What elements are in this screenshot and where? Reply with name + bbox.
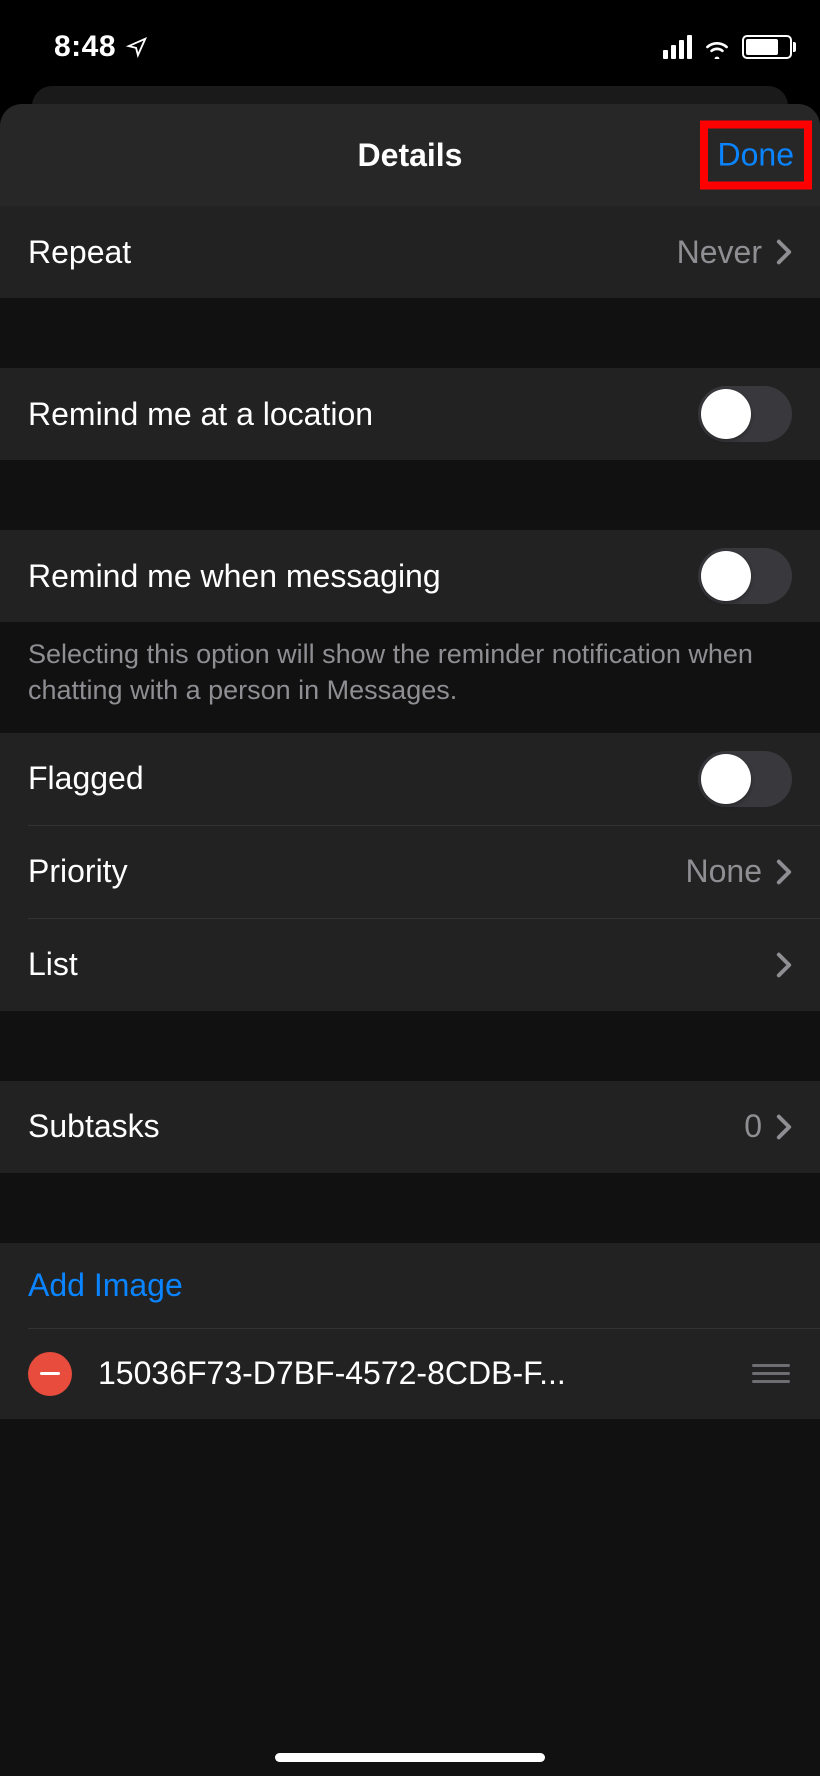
repeat-group: Repeat Never bbox=[0, 206, 820, 298]
chevron-right-icon bbox=[776, 859, 792, 885]
priority-row[interactable]: Priority None bbox=[0, 826, 820, 918]
flagged-row: Flagged bbox=[0, 733, 820, 825]
location-services-icon bbox=[126, 36, 148, 58]
priority-value-wrap: None bbox=[686, 853, 793, 890]
status-time-group: 8:48 bbox=[28, 24, 148, 64]
images-group: Add Image 15036F73-D7BF-4572-8CDB-F... bbox=[0, 1243, 820, 1419]
list-label: List bbox=[28, 946, 78, 983]
done-button[interactable]: Done bbox=[718, 137, 795, 173]
subtasks-count: 0 bbox=[744, 1108, 762, 1145]
subtasks-group: Subtasks 0 bbox=[0, 1081, 820, 1173]
flag-priority-list-group: Flagged Priority None List bbox=[0, 733, 820, 1011]
done-highlight-box: Done bbox=[700, 121, 813, 190]
status-time: 8:48 bbox=[54, 30, 116, 64]
subtasks-label: Subtasks bbox=[28, 1108, 160, 1145]
remind-location-toggle[interactable] bbox=[698, 386, 792, 442]
minus-icon bbox=[40, 1372, 60, 1375]
details-sheet: Details Done Repeat Never Remind me at a… bbox=[0, 104, 820, 1776]
remind-location-row: Remind me at a location bbox=[0, 368, 820, 460]
drag-handle-icon[interactable] bbox=[752, 1364, 792, 1383]
subtasks-value-wrap: 0 bbox=[744, 1108, 792, 1145]
remind-location-label: Remind me at a location bbox=[28, 396, 373, 433]
repeat-row[interactable]: Repeat Never bbox=[0, 206, 820, 298]
chevron-right-icon bbox=[776, 239, 792, 265]
chevron-right-icon bbox=[776, 952, 792, 978]
add-image-button[interactable]: Add Image bbox=[28, 1267, 183, 1303]
chevron-right-icon bbox=[776, 1114, 792, 1140]
messaging-group: Remind me when messaging bbox=[0, 530, 820, 622]
flagged-label: Flagged bbox=[28, 760, 144, 797]
spacer bbox=[0, 298, 820, 368]
wifi-icon bbox=[702, 35, 732, 59]
list-value-wrap bbox=[776, 952, 792, 978]
nav-bar: Details Done bbox=[0, 104, 820, 206]
attachment-row: 15036F73-D7BF-4572-8CDB-F... bbox=[0, 1329, 820, 1419]
subtasks-row[interactable]: Subtasks 0 bbox=[0, 1081, 820, 1173]
home-indicator[interactable] bbox=[275, 1753, 545, 1762]
messaging-footer-text: Selecting this option will show the remi… bbox=[0, 622, 820, 733]
delete-attachment-button[interactable] bbox=[28, 1352, 72, 1396]
priority-label: Priority bbox=[28, 853, 128, 890]
cellular-signal-icon bbox=[663, 35, 692, 59]
priority-value: None bbox=[686, 853, 763, 890]
page-title: Details bbox=[358, 137, 463, 174]
remind-messaging-toggle[interactable] bbox=[698, 548, 792, 604]
spacer bbox=[0, 460, 820, 530]
remind-messaging-row: Remind me when messaging bbox=[0, 530, 820, 622]
flagged-toggle[interactable] bbox=[698, 751, 792, 807]
status-right bbox=[663, 29, 792, 59]
attachment-filename[interactable]: 15036F73-D7BF-4572-8CDB-F... bbox=[98, 1355, 726, 1392]
battery-icon bbox=[742, 35, 792, 59]
add-image-row[interactable]: Add Image bbox=[0, 1243, 820, 1328]
list-row[interactable]: List bbox=[0, 919, 820, 1011]
repeat-value-wrap: Never bbox=[677, 234, 792, 271]
remind-messaging-label: Remind me when messaging bbox=[28, 558, 441, 595]
location-group: Remind me at a location bbox=[0, 368, 820, 460]
repeat-label: Repeat bbox=[28, 234, 131, 271]
spacer bbox=[0, 1011, 820, 1081]
status-bar: 8:48 bbox=[0, 0, 820, 88]
repeat-value: Never bbox=[677, 234, 762, 271]
spacer bbox=[0, 1173, 820, 1243]
